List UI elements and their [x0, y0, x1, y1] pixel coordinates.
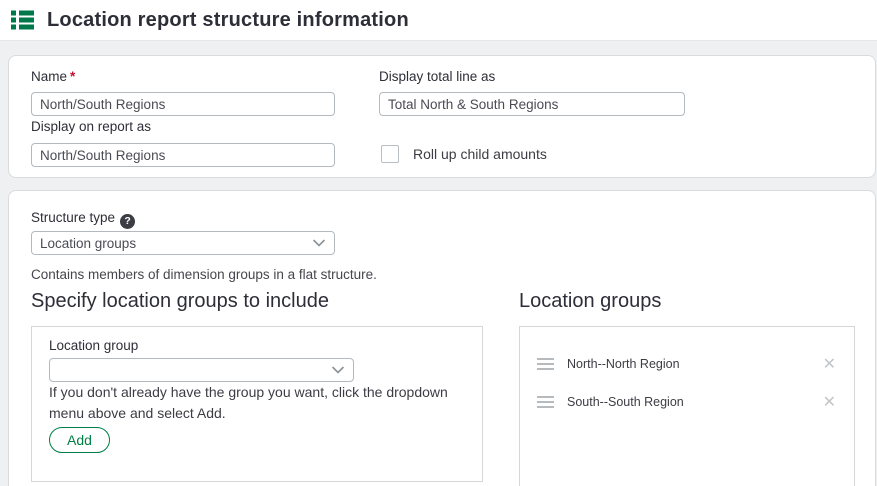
remove-icon[interactable]: ✕ [823, 394, 836, 410]
specify-groups-box: Location group If you don't already have… [31, 326, 483, 482]
structure-type-description: Contains members of dimension groups in … [31, 267, 377, 282]
page-title: Location report structure information [47, 9, 409, 32]
structure-type-label: Structure type? [31, 210, 135, 229]
structure-type-selected-value: Location groups [40, 236, 136, 251]
drag-handle-icon[interactable] [537, 358, 554, 370]
chevron-down-icon [313, 239, 325, 247]
group-item-label: South--South Region [567, 395, 823, 409]
required-asterisk: * [70, 69, 75, 84]
page: Location report structure information Na… [0, 0, 877, 486]
rollup-checkbox-row: Roll up child amounts [381, 145, 547, 163]
location-group-select[interactable] [49, 358, 354, 382]
rollup-checkbox-label: Roll up child amounts [413, 146, 547, 162]
display-total-input[interactable] [379, 92, 685, 116]
list-item: North--North Region ✕ [520, 345, 854, 383]
structure-panel: Structure type? Location groups Contains… [8, 190, 876, 486]
rollup-checkbox[interactable] [381, 145, 399, 163]
display-total-label: Display total line as [379, 69, 495, 84]
add-group-helper-text: If you don't already have the group you … [49, 382, 469, 424]
list-item: South--South Region ✕ [520, 383, 854, 421]
location-groups-heading: Location groups [519, 290, 661, 313]
name-label: Name* [31, 69, 75, 84]
drag-handle-icon[interactable] [537, 396, 554, 408]
list-icon [11, 10, 34, 30]
add-button[interactable]: Add [49, 427, 110, 453]
display-on-report-input[interactable] [31, 143, 335, 167]
location-groups-box: North--North Region ✕ South--South Regio… [519, 326, 855, 486]
page-header: Location report structure information [0, 0, 877, 41]
group-item-label: North--North Region [567, 357, 823, 371]
location-group-label: Location group [49, 338, 138, 353]
name-input[interactable] [31, 92, 335, 116]
structure-type-select[interactable]: Location groups [31, 231, 335, 255]
remove-icon[interactable]: ✕ [823, 356, 836, 372]
identity-panel: Name* Display total line as Display on r… [8, 55, 876, 178]
help-icon[interactable]: ? [120, 214, 135, 229]
specify-groups-heading: Specify location groups to include [31, 290, 329, 313]
display-on-report-label: Display on report as [31, 119, 151, 134]
chevron-down-icon [332, 366, 344, 374]
